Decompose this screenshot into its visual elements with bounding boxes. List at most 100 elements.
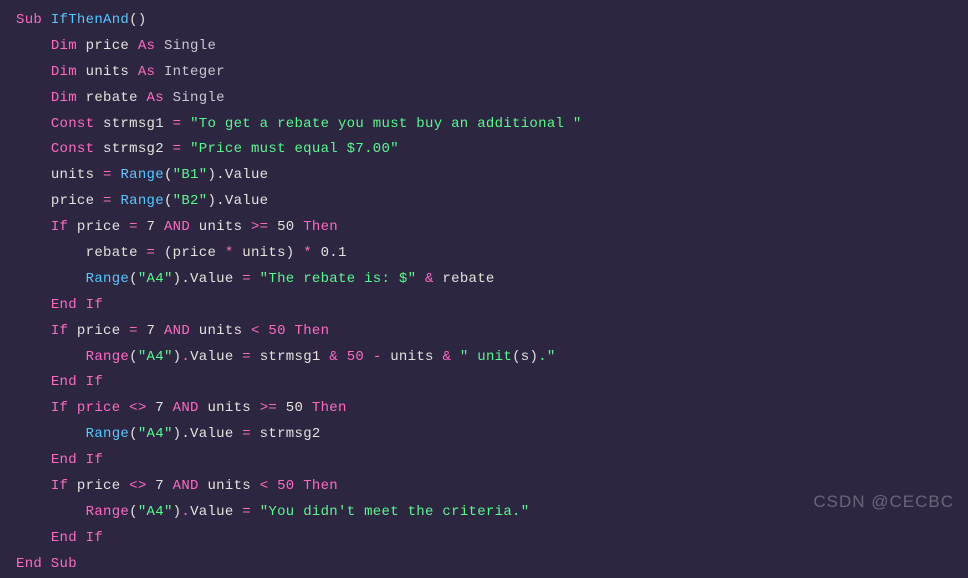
spacer bbox=[42, 12, 51, 28]
function-call: Range bbox=[120, 193, 164, 209]
keyword-endif: End If bbox=[51, 530, 103, 546]
code-line: End If bbox=[16, 293, 952, 319]
paren: ) bbox=[207, 167, 216, 183]
number: 7 bbox=[138, 323, 164, 339]
keyword-endsub: End Sub bbox=[16, 556, 77, 572]
property: .Value bbox=[216, 167, 268, 183]
paren: ( bbox=[129, 504, 138, 520]
expression: units bbox=[199, 478, 260, 494]
expression: units bbox=[190, 219, 251, 235]
code-line: price = Range("B2").Value bbox=[16, 189, 952, 215]
operator: >= bbox=[251, 219, 268, 235]
number: 7 bbox=[155, 400, 164, 416]
dot: . bbox=[181, 349, 190, 365]
code-line: End Sub bbox=[16, 552, 952, 578]
code-line: Const strmsg1 = "To get a rebate you mus… bbox=[16, 112, 952, 138]
operator: >= bbox=[260, 400, 277, 416]
string-literal: " unit bbox=[460, 349, 512, 365]
code-line: rebate = (price * units) * 0.1 bbox=[16, 241, 952, 267]
keyword-if: If bbox=[51, 478, 68, 494]
operator: & bbox=[434, 349, 460, 365]
operator: & bbox=[321, 349, 347, 365]
keyword-then: Then bbox=[312, 400, 347, 416]
code-line: Range("A4").Value = strmsg1 & 50 - units… bbox=[16, 345, 952, 371]
operator: = bbox=[94, 193, 120, 209]
code-line: If price = 7 AND units >= 50 Then bbox=[16, 215, 952, 241]
keyword-endif: End If bbox=[51, 374, 103, 390]
number: 50 bbox=[347, 349, 364, 365]
paren: ( bbox=[164, 193, 173, 209]
function-name: IfThenAnd bbox=[51, 12, 129, 28]
operator: = bbox=[242, 271, 251, 287]
operator: - bbox=[364, 349, 390, 365]
variable: strmsg2 bbox=[103, 141, 164, 157]
dot: . bbox=[181, 504, 190, 520]
property: .Value bbox=[181, 271, 242, 287]
paren: ( bbox=[129, 426, 138, 442]
code-line: units = Range("B1").Value bbox=[16, 163, 952, 189]
type-name: Integer bbox=[164, 64, 225, 80]
keyword-dim: Dim bbox=[51, 38, 77, 54]
expression: price bbox=[68, 219, 129, 235]
expression: price bbox=[68, 400, 120, 416]
variable: rebate bbox=[442, 271, 494, 287]
number: 50 bbox=[268, 478, 303, 494]
operator: = bbox=[234, 504, 260, 520]
variable: rebate bbox=[86, 90, 138, 106]
spacer bbox=[155, 38, 164, 54]
code-line: End If bbox=[16, 370, 952, 396]
function-call: Range bbox=[120, 167, 164, 183]
spacer bbox=[129, 64, 138, 80]
keyword-and: AND bbox=[164, 323, 190, 339]
variable: rebate bbox=[86, 245, 138, 261]
code-line: Const strmsg2 = "Price must equal $7.00" bbox=[16, 137, 952, 163]
spacer bbox=[94, 141, 103, 157]
string-literal: "B1" bbox=[173, 167, 208, 183]
string-literal: "A4" bbox=[138, 504, 173, 520]
paren: ( bbox=[129, 271, 138, 287]
spacer bbox=[94, 116, 103, 132]
number: 50 bbox=[277, 400, 312, 416]
code-line: If price <> 7 AND units >= 50 Then bbox=[16, 396, 952, 422]
type-name: Single bbox=[164, 38, 216, 54]
spacer bbox=[77, 38, 86, 54]
function-call: Range bbox=[86, 504, 130, 520]
number: 50 bbox=[260, 323, 295, 339]
spacer bbox=[77, 90, 86, 106]
string-literal: "You didn't meet the criteria." bbox=[260, 504, 530, 520]
string-literal: "A4" bbox=[138, 271, 173, 287]
property: .Value bbox=[216, 193, 268, 209]
code-line: Dim price As Single bbox=[16, 34, 952, 60]
keyword-and: AND bbox=[173, 478, 199, 494]
keyword-if: If bbox=[51, 400, 68, 416]
operator: <> bbox=[120, 400, 155, 416]
number: 50 bbox=[268, 219, 303, 235]
keyword-dim: Dim bbox=[51, 64, 77, 80]
expression: units bbox=[190, 323, 251, 339]
operator: <> bbox=[129, 478, 146, 494]
keyword-endif: End If bbox=[51, 452, 103, 468]
string-literal: ." bbox=[538, 349, 555, 365]
spacer bbox=[164, 90, 173, 106]
string-literal: "To get a rebate you must buy an additio… bbox=[190, 116, 582, 132]
paren: ( bbox=[164, 167, 173, 183]
variable: units bbox=[86, 64, 130, 80]
function-call: Range bbox=[86, 349, 130, 365]
number: 0.1 bbox=[312, 245, 347, 261]
code-line: End If bbox=[16, 448, 952, 474]
property: Value bbox=[190, 504, 234, 520]
paren: ) bbox=[207, 193, 216, 209]
code-editor: Sub IfThenAnd() Dim price As Single Dim … bbox=[16, 8, 952, 578]
spacer bbox=[138, 90, 147, 106]
paren: ) bbox=[529, 349, 538, 365]
keyword-and: AND bbox=[164, 400, 208, 416]
number: 7 bbox=[147, 478, 173, 494]
variable: strmsg2 bbox=[251, 426, 321, 442]
keyword-sub: Sub bbox=[16, 12, 42, 28]
function-call: Range bbox=[86, 426, 130, 442]
variable: strmsg1 bbox=[103, 116, 164, 132]
variable: units bbox=[390, 349, 434, 365]
parens: () bbox=[129, 12, 146, 28]
spacer bbox=[129, 38, 138, 54]
operator: & bbox=[416, 271, 442, 287]
